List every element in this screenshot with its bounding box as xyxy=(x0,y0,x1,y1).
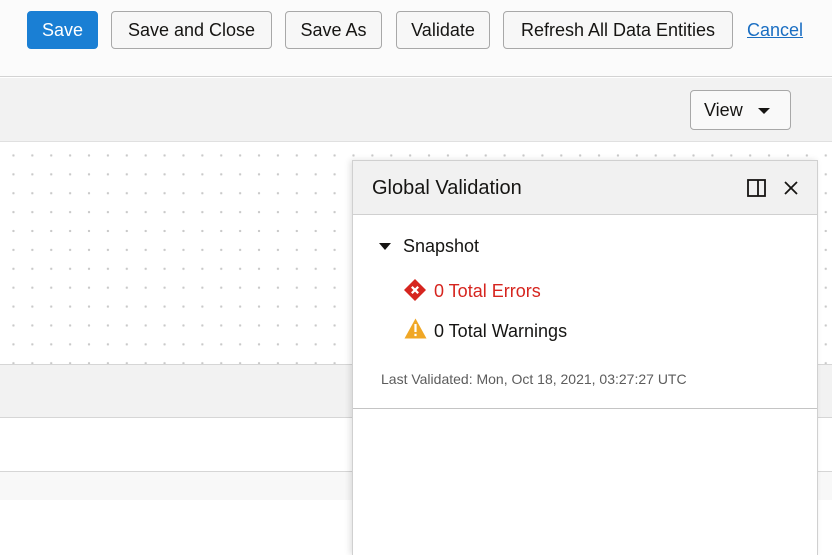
editor-toolbar: Save Save and Close Save As Validate Ref… xyxy=(0,0,832,77)
global-validation-panel: Global Validation Snapshot 0 Total Error… xyxy=(352,160,818,555)
snapshot-expand-icon[interactable] xyxy=(379,243,391,250)
panel-divider xyxy=(353,408,817,409)
dock-panel-icon[interactable] xyxy=(747,179,766,197)
refresh-all-data-entities-button[interactable]: Refresh All Data Entities xyxy=(503,11,733,49)
cancel-link[interactable]: Cancel xyxy=(747,11,803,49)
validate-button[interactable]: Validate xyxy=(396,11,490,49)
panel-title: Global Validation xyxy=(372,177,522,199)
warning-icon xyxy=(404,318,427,339)
close-icon[interactable] xyxy=(783,180,799,196)
view-menu-button[interactable]: View xyxy=(690,90,791,130)
error-icon xyxy=(404,279,426,301)
save-as-button[interactable]: Save As xyxy=(285,11,382,49)
save-button[interactable]: Save xyxy=(27,11,98,49)
save-and-close-button[interactable]: Save and Close xyxy=(111,11,272,49)
panel-header: Global Validation xyxy=(353,161,817,215)
chevron-down-icon xyxy=(758,108,770,114)
snapshot-toggle[interactable]: Snapshot xyxy=(403,236,479,257)
last-validated-timestamp: Last Validated: Mon, Oct 18, 2021, 03:27… xyxy=(381,371,687,387)
total-warnings-text: 0 Total Warnings xyxy=(434,321,568,341)
total-errors-text: 0 Total Errors xyxy=(434,281,541,301)
view-menu-label: View xyxy=(704,99,743,120)
